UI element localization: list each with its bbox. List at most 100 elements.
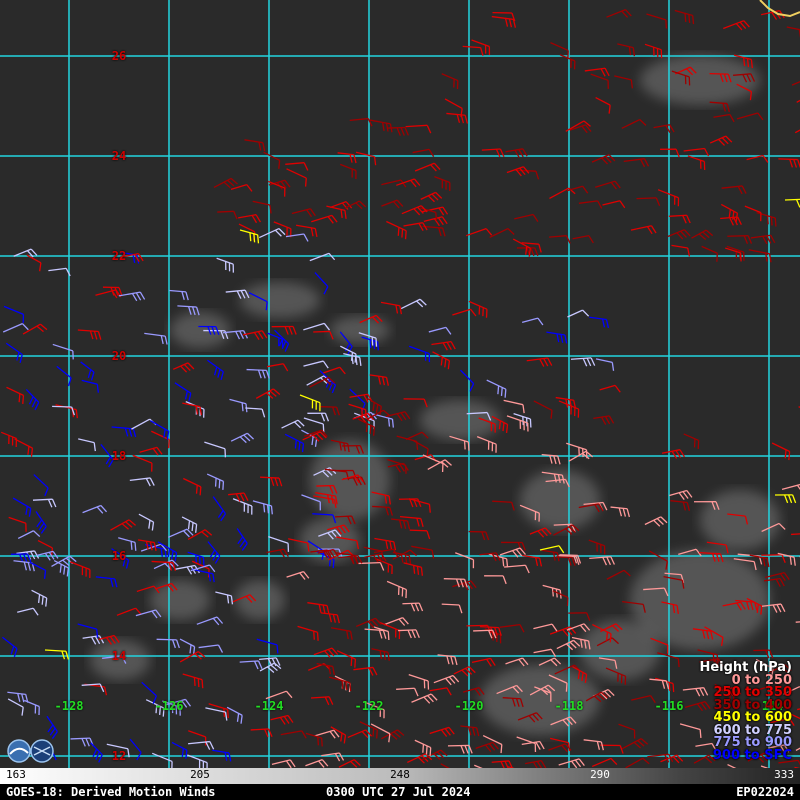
lon-label: -116 xyxy=(654,699,684,713)
wind-barb xyxy=(398,629,420,639)
wind-barb xyxy=(405,431,429,441)
wind-barb xyxy=(138,513,155,531)
wind-barb xyxy=(299,394,321,412)
cloud xyxy=(700,490,780,550)
wind-barb xyxy=(386,580,407,599)
wind-barb xyxy=(423,216,448,227)
wind-barb xyxy=(441,73,459,90)
lat-label: 26 xyxy=(111,49,127,63)
wind-barb xyxy=(187,754,208,768)
wind-barb xyxy=(401,205,428,216)
lon-label: -122 xyxy=(354,699,384,713)
lat-label: 24 xyxy=(111,149,127,163)
wind-barb xyxy=(336,650,357,668)
wind-barb xyxy=(409,529,431,540)
wind-barb xyxy=(116,607,142,616)
wind-barb xyxy=(649,678,670,690)
wind-barb xyxy=(52,405,76,416)
lon-label: -128 xyxy=(54,699,84,713)
wind-barb xyxy=(667,229,691,240)
wind-barb xyxy=(81,379,99,393)
wind-barb xyxy=(720,216,742,226)
wind-barb xyxy=(274,329,290,352)
wind-barb xyxy=(441,603,463,614)
wind-barb xyxy=(90,742,103,763)
wind-barb xyxy=(271,759,296,768)
lon-label: -124 xyxy=(254,699,284,713)
wind-barb xyxy=(179,638,196,656)
wind-barb xyxy=(172,362,195,373)
wind-barb xyxy=(548,743,572,753)
wind-barb xyxy=(533,623,558,632)
wind-barb xyxy=(303,360,329,369)
wind-barb xyxy=(621,118,647,129)
wind-barb xyxy=(266,363,289,372)
wind-barb xyxy=(636,197,661,206)
wind-barb xyxy=(226,706,243,724)
wind-barb xyxy=(256,638,279,654)
wind-barb xyxy=(386,220,407,240)
wind-barb xyxy=(179,651,206,663)
wind-barb xyxy=(268,536,290,552)
wind-barb xyxy=(286,168,307,187)
wind-barb xyxy=(230,432,254,444)
wind-barb xyxy=(499,623,525,633)
wind-barb xyxy=(2,323,29,333)
wind-barb xyxy=(558,758,585,768)
wind-barb xyxy=(763,577,785,587)
wind-barb xyxy=(355,151,377,166)
wind-barb xyxy=(144,332,168,345)
wind-barb xyxy=(358,561,385,571)
wind-barb xyxy=(8,516,27,532)
wind-barb xyxy=(236,528,248,551)
wind-barb xyxy=(486,379,507,398)
wind-barb xyxy=(239,229,260,244)
wind-barb xyxy=(22,323,48,335)
wind-barb xyxy=(314,272,329,295)
wind-barb xyxy=(408,345,431,363)
wind-barb xyxy=(239,660,263,670)
wind-barb xyxy=(668,214,691,224)
wind-barb xyxy=(529,527,552,538)
wind-barb xyxy=(182,402,203,416)
wind-barb xyxy=(6,386,25,404)
wind-barb xyxy=(505,657,529,667)
wind-barb xyxy=(514,213,539,223)
wind-barb xyxy=(80,361,95,381)
wind-barb xyxy=(578,200,603,209)
footer-bar: GOES-18: Derived Motion Winds 0300 UTC 2… xyxy=(0,784,800,800)
wind-barb xyxy=(31,589,48,607)
wind-barb xyxy=(489,227,515,238)
wind-barb xyxy=(588,539,606,555)
wind-barb xyxy=(791,533,800,536)
wind-barb xyxy=(188,740,215,750)
wind-barb xyxy=(455,552,475,569)
wind-barb xyxy=(428,326,452,335)
wind-barb xyxy=(303,322,331,331)
wind-barb xyxy=(610,506,631,518)
wind-barb xyxy=(168,528,194,538)
wind-barb xyxy=(653,124,675,134)
wind-barb xyxy=(606,9,632,18)
wind-barb xyxy=(156,638,180,649)
wind-barb xyxy=(484,575,507,585)
wind-barb xyxy=(46,715,58,739)
wind-barb xyxy=(245,407,266,418)
wind-barb xyxy=(311,214,338,224)
wind-barb xyxy=(727,235,753,244)
noaa-logo xyxy=(7,739,54,763)
wind-barb xyxy=(310,696,334,706)
wind-barb xyxy=(434,176,451,192)
wind-barb xyxy=(285,233,309,242)
satellite-image: 26 24 22 20 18 16 14 12 -128 -126 -124 -… xyxy=(0,0,800,800)
wind-barb xyxy=(132,454,153,472)
wind-barb xyxy=(614,75,634,89)
wind-barb xyxy=(297,625,319,641)
storm-id-label: EP022024 xyxy=(736,785,794,799)
wind-barb xyxy=(12,497,32,517)
wind-barb xyxy=(337,152,357,164)
wind-barb xyxy=(305,732,323,747)
wind-barb xyxy=(506,166,530,177)
wind-barb xyxy=(646,13,668,29)
wind-barb xyxy=(452,308,477,317)
